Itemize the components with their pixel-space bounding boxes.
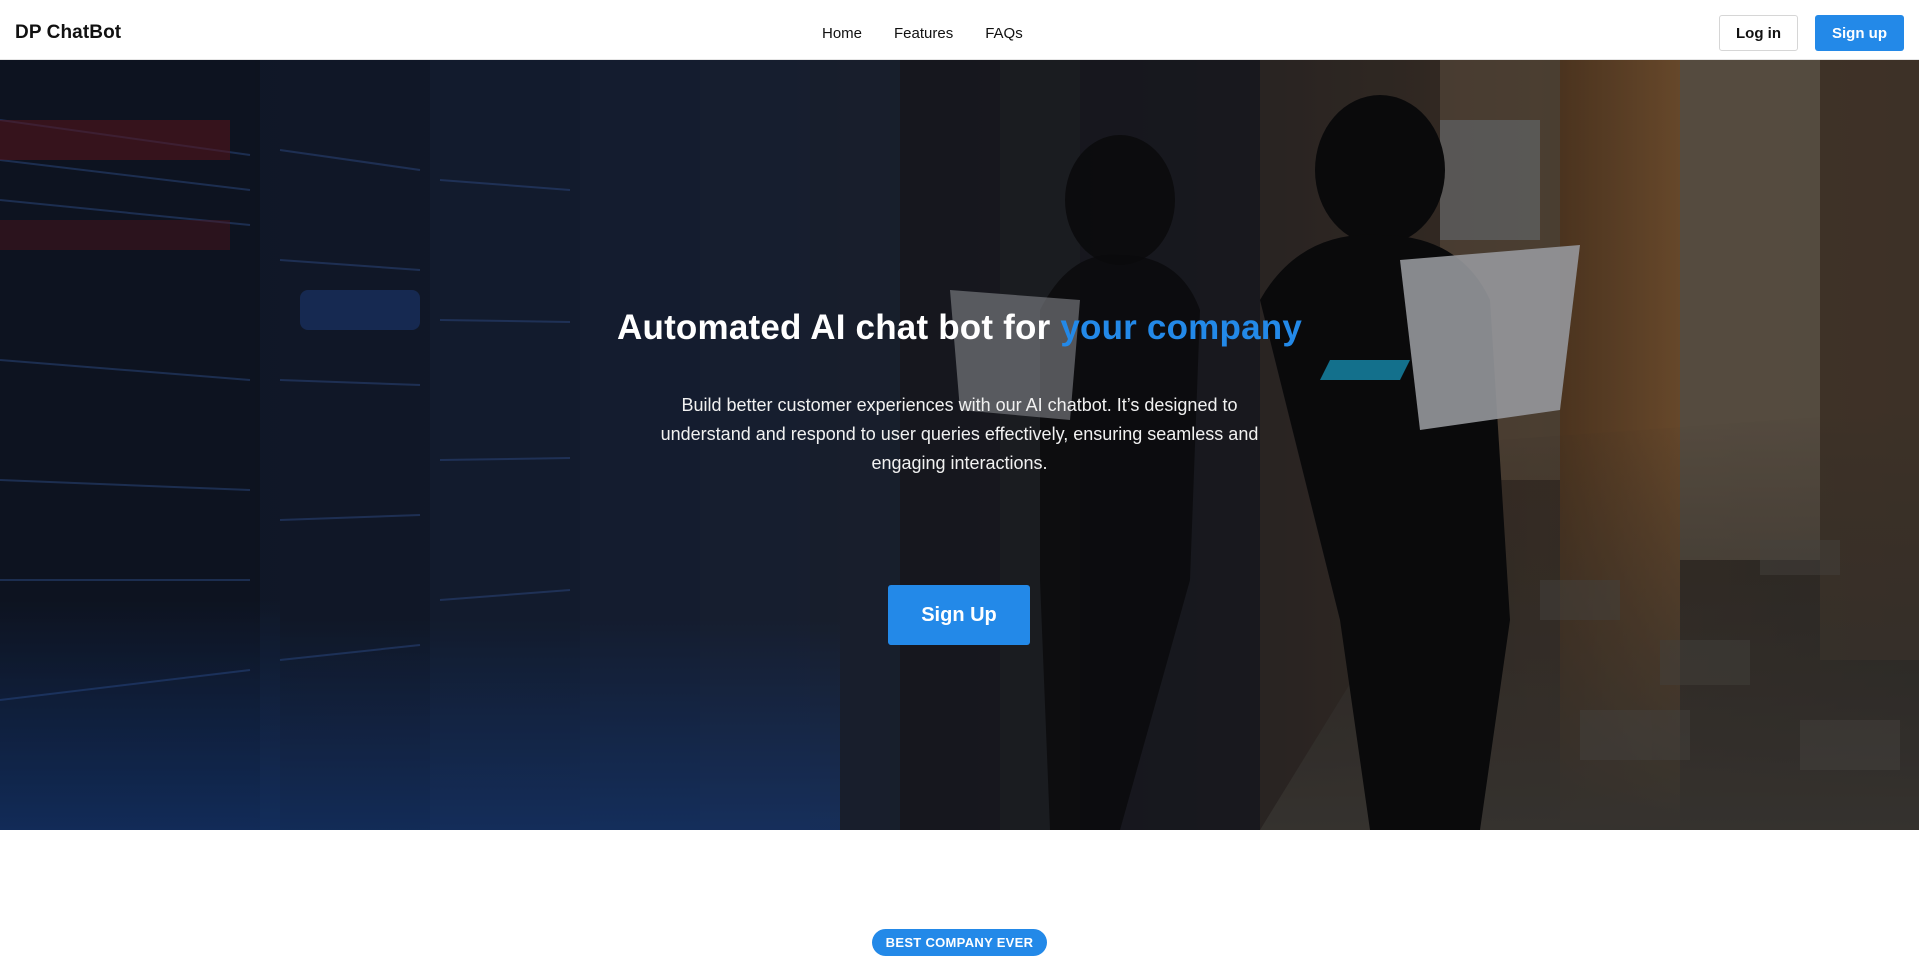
hero-signup-button[interactable]: Sign Up [888, 585, 1030, 645]
nav-link-faqs[interactable]: FAQs [985, 25, 1023, 42]
hero-headline-main: Automated AI chat bot for [617, 308, 1061, 347]
nav-link-home[interactable]: Home [822, 25, 862, 42]
nav-link-features[interactable]: Features [894, 25, 953, 42]
hero-section: Automated AI chat bot for your company B… [0, 60, 1919, 830]
top-navbar: DP ChatBot Home Features FAQs Log in Sig… [0, 0, 1919, 60]
brand-logo-text[interactable]: DP ChatBot [15, 22, 121, 44]
login-button[interactable]: Log in [1719, 15, 1798, 51]
hero-headline: Automated AI chat bot for your company [0, 308, 1919, 348]
main-nav: Home Features FAQs [822, 25, 1023, 42]
section-badge: BEST COMPANY EVER [872, 929, 1047, 956]
signup-button-header[interactable]: Sign up [1815, 15, 1904, 51]
hero-subtitle: Build better customer experiences with o… [660, 395, 1259, 473]
hero-headline-accent: your company [1060, 308, 1302, 347]
